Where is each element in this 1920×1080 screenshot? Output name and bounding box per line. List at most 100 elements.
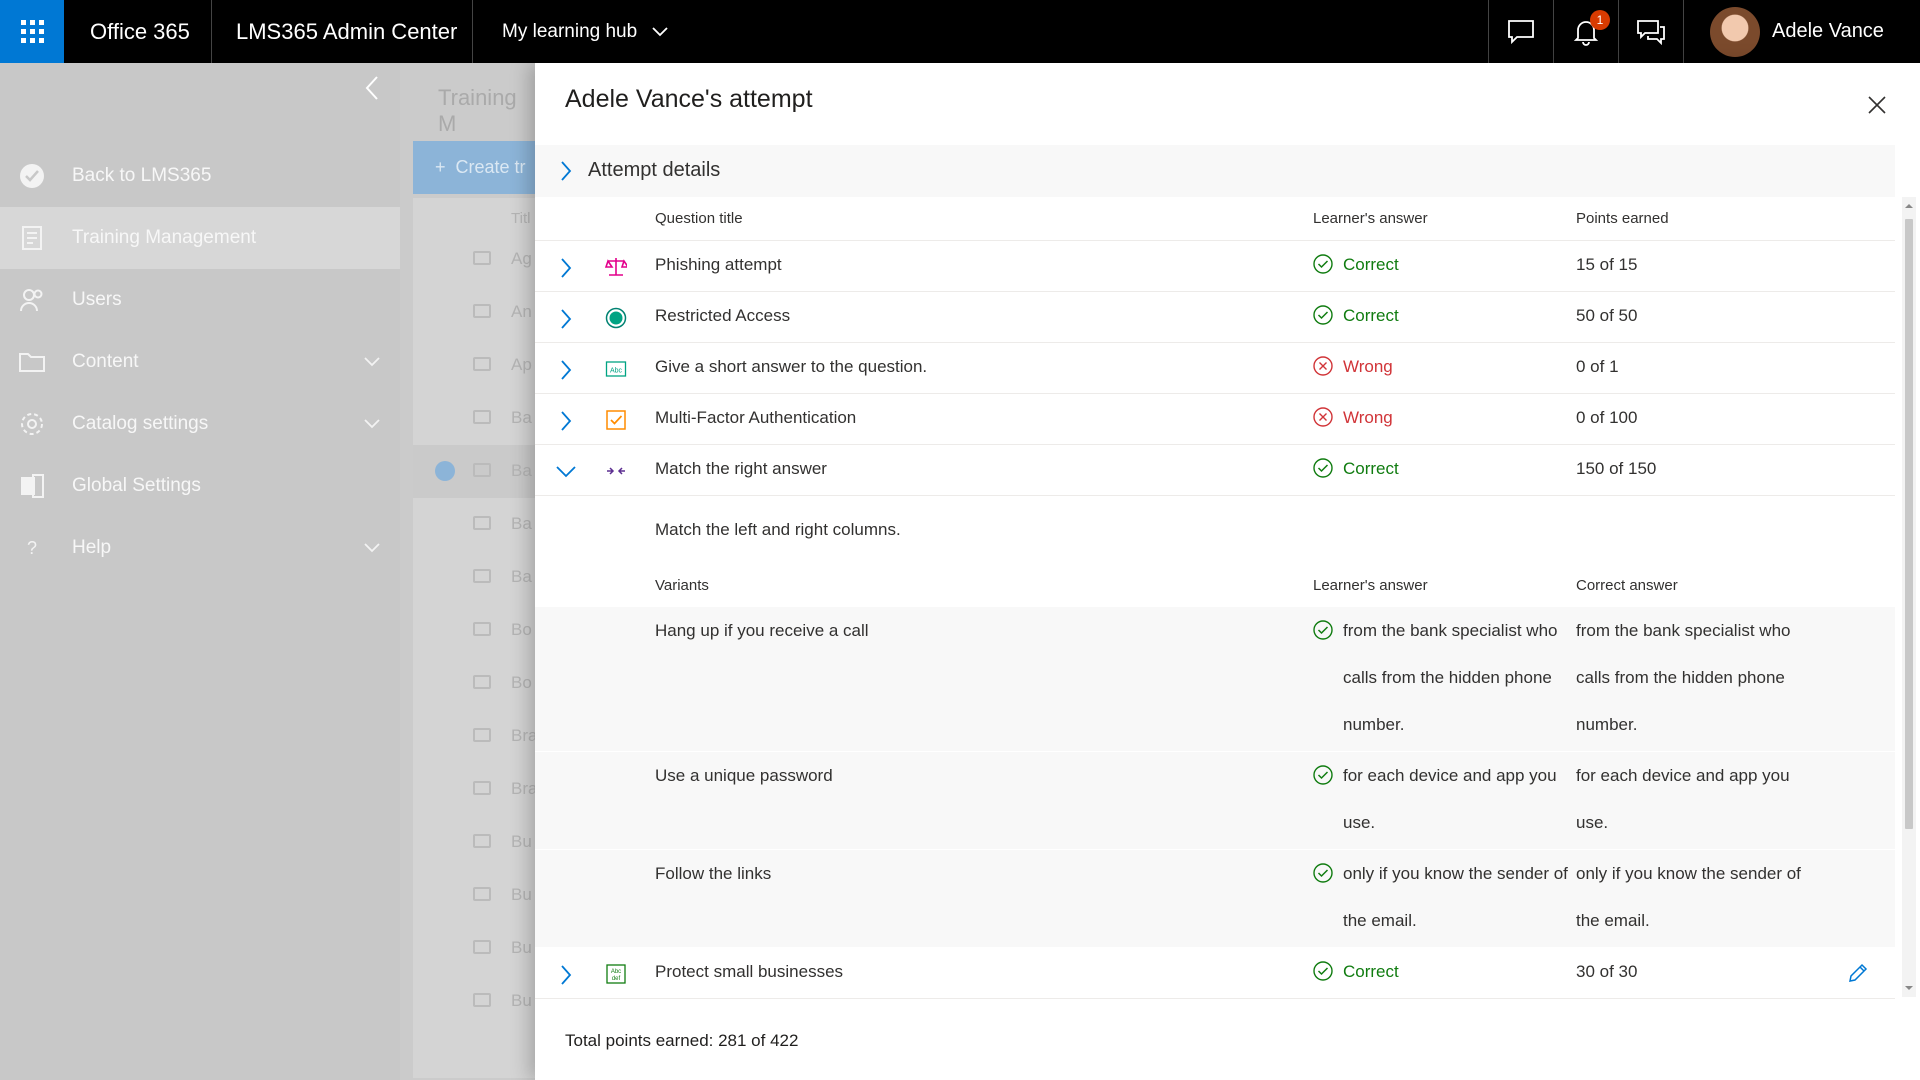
status-text: Correct (1343, 255, 1399, 274)
nav-users[interactable]: Users (0, 269, 400, 331)
nav-help[interactable]: ? Help (0, 517, 400, 579)
variant-row: Use a unique password for each device an… (535, 752, 1895, 850)
column-header-variants: Variants (655, 577, 709, 594)
nav-label: Users (72, 289, 122, 310)
table-row[interactable]: Phishing attempt Correct 15 of 15 (535, 241, 1895, 292)
scroll-down-icon[interactable] (1902, 983, 1916, 993)
attempt-panel: Adele Vance's attempt Attempt details Qu… (535, 63, 1920, 1080)
chevron-right-icon[interactable] (560, 308, 572, 330)
check-circle-icon (1313, 863, 1333, 883)
learning-hub-dropdown[interactable]: My learning hub (502, 0, 669, 63)
user-name[interactable]: Adele Vance (1772, 0, 1884, 63)
back-check-icon (18, 162, 46, 190)
chevron-right-icon[interactable] (560, 359, 572, 381)
svg-text:def: def (612, 976, 621, 982)
question-title: Multi-Factor Authentication (655, 408, 857, 427)
status-text: Wrong (1343, 408, 1393, 427)
close-icon[interactable] (1865, 93, 1889, 117)
svg-text:Abc: Abc (610, 368, 623, 375)
nav-back-to-lms365[interactable]: Back to LMS365 (0, 145, 400, 207)
nav-training-management[interactable]: Training Management (0, 207, 400, 269)
learner-answer: for each device and app you use. (1343, 766, 1557, 832)
admin-center-link[interactable]: LMS365 Admin Center (236, 0, 457, 63)
chevron-right-icon[interactable] (560, 257, 572, 279)
match-icon (607, 467, 625, 475)
global-settings-icon (18, 472, 46, 500)
notifications-button[interactable]: 1 (1554, 0, 1618, 63)
question-title: Give a short answer to the question. (655, 357, 928, 376)
top-bar: Office 365 LMS365 Admin Center My learni… (0, 0, 1920, 63)
variant-text: Follow the links (655, 864, 772, 883)
points-earned: 0 of 100 (1576, 408, 1638, 427)
learning-hub-label: My learning hub (502, 21, 638, 42)
variant-row: Hang up if you receive a call from the b… (535, 607, 1895, 752)
scroll-up-icon[interactable] (1902, 201, 1916, 211)
edit-icon[interactable] (1847, 962, 1869, 984)
status-text: Correct (1343, 459, 1399, 478)
feedback-icon (1637, 19, 1665, 45)
chevron-down-icon[interactable] (555, 465, 577, 479)
chevron-right-icon (561, 161, 572, 181)
table-row-expanded[interactable]: Match the right answer Correct 150 of 15… (535, 445, 1895, 496)
x-circle-icon (1313, 356, 1333, 376)
collapse-nav-icon[interactable] (365, 75, 379, 101)
avatar[interactable] (1710, 7, 1760, 57)
question-title: Restricted Access (655, 306, 791, 325)
check-circle-icon (1313, 305, 1333, 325)
learner-answer: from the bank specialist who calls from … (1343, 621, 1558, 734)
variant-text: Use a unique password (655, 766, 833, 785)
vertical-scrollbar[interactable] (1902, 197, 1916, 997)
nav-label: Back to LMS365 (72, 165, 212, 186)
nav-content[interactable]: Content (0, 331, 400, 393)
table-row[interactable]: Abc def Protect small businesses Correct … (535, 948, 1895, 999)
table-row[interactable]: Abc Give a short answer to the question.… (535, 343, 1895, 394)
table-row[interactable]: Multi-Factor Authentication Wrong 0 of 1… (535, 394, 1895, 445)
x-circle-icon (1313, 407, 1333, 427)
feedback-button[interactable] (1619, 0, 1683, 63)
variant-text: Hang up if you receive a call (655, 621, 869, 640)
divider (1683, 0, 1684, 63)
attempt-details-toggle[interactable]: Attempt details (535, 145, 1895, 197)
divider (472, 0, 473, 63)
table-row[interactable]: Restricted Access Correct 50 of 50 (535, 292, 1895, 343)
column-header-learners-answer: Learner's answer (1313, 210, 1428, 227)
divider (211, 0, 212, 63)
chevron-down-icon (364, 419, 380, 429)
abc-icon: Abc (605, 361, 627, 377)
chevron-right-icon[interactable] (560, 410, 572, 432)
column-header-points-earned: Points earned (1576, 210, 1669, 227)
nav-label: Help (72, 537, 112, 558)
nav-global-settings[interactable]: Global Settings (0, 455, 400, 517)
training-icon (18, 224, 46, 252)
total-points: Total points earned: 281 of 422 (565, 1031, 799, 1050)
variant-row: Follow the links only if you know the se… (535, 850, 1895, 948)
chat-button[interactable] (1489, 0, 1553, 63)
users-icon (18, 286, 46, 314)
points-earned: 15 of 15 (1576, 255, 1638, 274)
gear-icon (18, 410, 46, 438)
scrollbar-thumb[interactable] (1905, 219, 1913, 829)
learner-answer: only if you know the sender of the email… (1343, 864, 1568, 930)
left-navigation: Back to LMS365 Training Management Users… (0, 63, 400, 1080)
column-header-correct-answer: Correct answer (1576, 577, 1678, 594)
points-earned: 30 of 30 (1576, 962, 1638, 981)
nav-label: Content (72, 351, 139, 372)
chevron-down-icon (364, 543, 380, 553)
points-earned: 150 of 150 (1576, 459, 1657, 478)
correct-answer: for each device and app you use. (1576, 766, 1790, 832)
app-launcher-button[interactable] (0, 0, 64, 63)
chat-icon (1508, 19, 1534, 44)
training-management-background: Training M + Create tr Titl Ag An Ap Ba … (400, 63, 573, 1080)
nav-label: Global Settings (72, 475, 201, 496)
chevron-down-icon (652, 27, 669, 37)
question-title: Phishing attempt (655, 255, 782, 274)
question-title: Match the right answer (655, 459, 827, 478)
question-title: Protect small businesses (655, 962, 844, 981)
points-earned: 50 of 50 (1576, 306, 1638, 325)
radio-icon (605, 307, 627, 329)
panel-title: Adele Vance's attempt (565, 85, 813, 113)
office365-link[interactable]: Office 365 (90, 0, 190, 63)
nav-catalog-settings[interactable]: Catalog settings (0, 393, 400, 455)
chevron-right-icon[interactable] (560, 964, 572, 986)
column-header-question-title: Question title (655, 210, 743, 227)
